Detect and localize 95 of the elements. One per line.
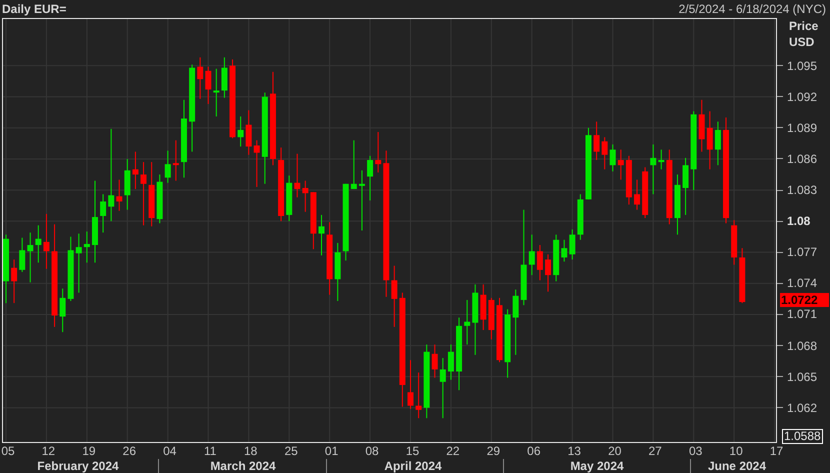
candlestick: [448, 344, 454, 380]
date-label: 20: [608, 444, 622, 458]
price-label: 1.089: [787, 120, 818, 136]
candlestick: [658, 149, 664, 170]
candlestick: [60, 288, 66, 333]
date-label: 25: [284, 444, 298, 458]
candlestick: [254, 140, 260, 188]
date-label: 10: [729, 444, 743, 458]
candlestick: [11, 259, 18, 304]
date-label: 06: [527, 444, 541, 458]
candlestick: [213, 68, 220, 117]
price-label: 1.074: [787, 275, 818, 292]
date-label: 03: [688, 444, 702, 458]
candlestick: [140, 162, 147, 226]
candlestick: [714, 121, 721, 166]
date-label: 26: [122, 444, 136, 458]
price-label: 1.068: [787, 338, 818, 354]
price-label: 1.092: [787, 88, 818, 105]
candlestick: [440, 358, 446, 419]
date-label: 17: [770, 444, 784, 458]
candlestick: [408, 360, 414, 410]
candlestick: [432, 344, 438, 378]
candlestick: [545, 254, 552, 292]
month-label: April 2024: [384, 459, 442, 473]
last-price-badge: 1.0722: [780, 293, 829, 307]
date-label: 11: [204, 444, 216, 458]
candlestick: [302, 180, 308, 212]
candlestick: [602, 136, 608, 170]
candlestick: [246, 110, 252, 156]
date-label: 01: [324, 444, 338, 458]
date-label: 13: [568, 444, 581, 458]
candlestick: [318, 214, 325, 256]
candlestick: [27, 232, 34, 283]
candlestick: [367, 155, 374, 201]
candlestick: [294, 153, 300, 198]
low-price-marker: 1.0588: [782, 429, 823, 444]
price-label: 1.065: [787, 368, 818, 385]
candlestick: [350, 140, 357, 190]
candlestick: [116, 179, 122, 212]
candlestick: [464, 299, 470, 346]
price-label: 1.062: [787, 400, 818, 416]
month-label: May 2024: [570, 459, 624, 473]
candlestick: [416, 372, 422, 419]
date-label: 04: [163, 444, 176, 458]
price-label: 1.086: [787, 150, 818, 167]
date-label: 08: [365, 444, 379, 458]
candlestick: [164, 150, 171, 184]
axis-title: Price: [789, 18, 818, 34]
candlestick: [512, 289, 519, 356]
candlestick: [610, 144, 616, 172]
candlestick: [706, 110, 713, 170]
month-label: February 2024: [37, 459, 119, 473]
candlestick: [650, 144, 656, 195]
date-label: 19: [82, 444, 96, 458]
candlestick: [358, 170, 365, 231]
candlestick: [205, 66, 212, 105]
axis-unit: USD: [789, 34, 816, 50]
month-label: March 2024: [210, 459, 276, 473]
date-label: 22: [446, 444, 460, 458]
price-label: 1.095: [787, 58, 818, 74]
candlestick: [634, 179, 640, 210]
price-label: 1.083: [787, 182, 818, 198]
candlestick: [375, 132, 382, 173]
candlestick: [528, 234, 535, 276]
candlestick: [569, 228, 576, 260]
date-label: 29: [486, 444, 500, 458]
candlestick: [100, 194, 106, 234]
date-range: 2/5/2024 - 6/18/2024 (NYC): [678, 1, 827, 18]
date-label: 15: [406, 444, 420, 458]
price-label: 1.071: [787, 306, 818, 322]
candlestick: [84, 231, 90, 264]
candlestick: [76, 233, 82, 294]
candlestick: [618, 149, 624, 180]
candlestick: [108, 128, 114, 222]
price-label: 1.077: [787, 244, 818, 260]
candlestick: [536, 244, 543, 281]
candlestick: [594, 121, 600, 160]
candlestick: [561, 239, 568, 262]
candlestick: [221, 56, 228, 98]
candlestick: [682, 157, 689, 216]
price-label: 1.08: [787, 213, 810, 230]
date-label: 12: [42, 444, 56, 458]
month-label: June 2024: [708, 459, 766, 473]
candlestick: [43, 213, 50, 270]
chart-title: Daily EUR=: [2, 1, 66, 18]
candlestick: [391, 265, 398, 328]
candlestick: [172, 140, 179, 182]
candlestick: [35, 224, 42, 264]
candlestick: [238, 116, 244, 148]
date-label: 27: [648, 444, 662, 458]
candlestick: [197, 56, 204, 100]
date-label: 18: [244, 444, 258, 458]
date-label: 05: [1, 444, 15, 458]
candlestick: [132, 151, 138, 190]
candlestick: [19, 237, 26, 272]
